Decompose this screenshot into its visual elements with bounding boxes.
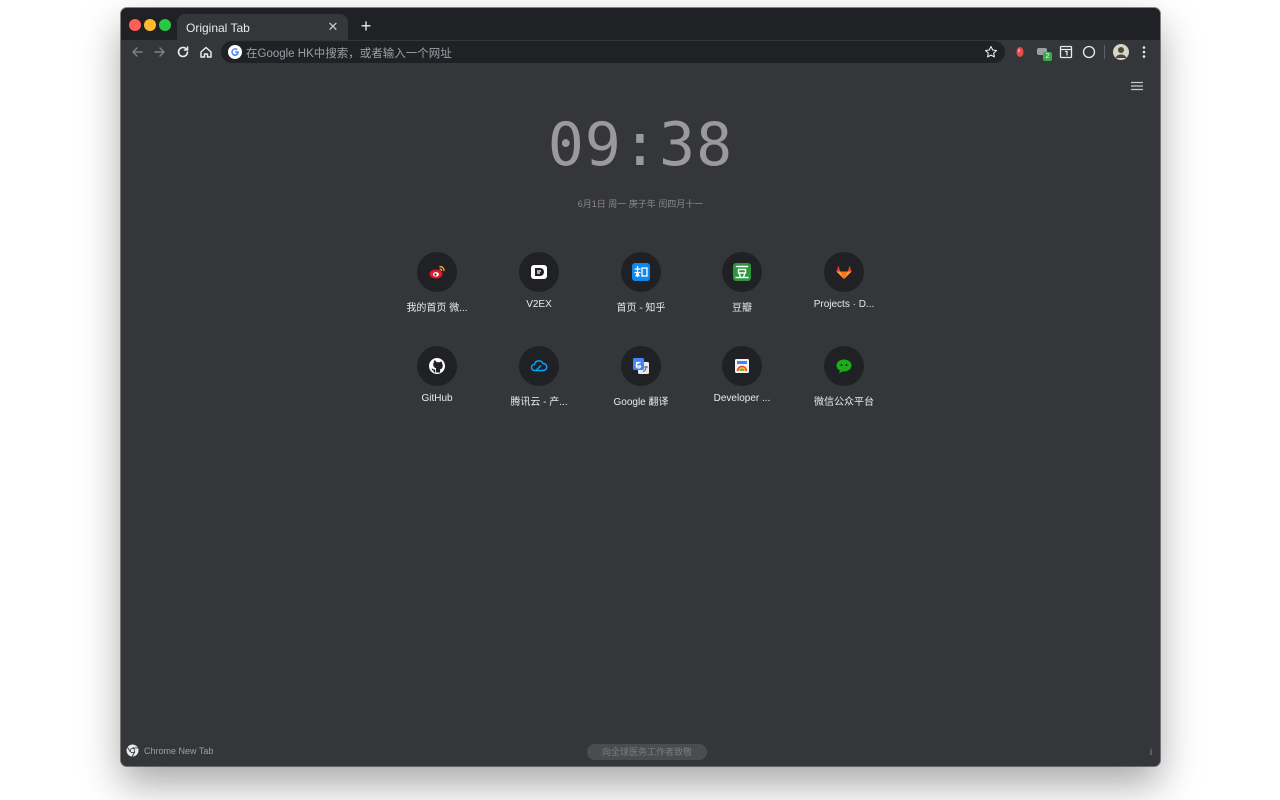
address-placeholder: 在Google HK中搜索，或者输入一个网址	[246, 48, 452, 60]
douban-icon	[722, 252, 762, 292]
shortcut-tencent-cloud[interactable]: 腾讯云 - 产...	[494, 346, 584, 416]
toolbar-divider	[1104, 45, 1105, 59]
reload-icon[interactable]	[174, 43, 192, 61]
shortcut-zhihu[interactable]: 首页 - 知乎	[596, 252, 686, 322]
clock: 09:38	[547, 110, 734, 180]
red-extension-icon[interactable]	[1011, 43, 1029, 61]
shortcut-gitlab[interactable]: Projects · D...	[799, 252, 889, 322]
google-icon	[228, 45, 242, 59]
bookmark-star-icon[interactable]	[983, 44, 999, 60]
extension-count-badge: 2	[1043, 52, 1052, 61]
shortcut-label: GitHub	[421, 393, 453, 404]
tab-close-icon[interactable]: ✕	[324, 18, 342, 36]
tab-manager-icon[interactable]	[1057, 43, 1075, 61]
date-line: 6月1日 周一 庚子年 闰四月十一	[577, 199, 704, 209]
back-icon[interactable]	[128, 43, 146, 61]
shortcut-github[interactable]: GitHub	[392, 346, 482, 416]
close-window-button[interactable]	[129, 19, 141, 31]
avatar[interactable]	[1112, 43, 1130, 61]
circle-extension-icon[interactable]	[1080, 43, 1098, 61]
shortcut-label: Google 翻译	[613, 397, 669, 408]
hamburger-menu-icon[interactable]	[1130, 80, 1144, 92]
new-tab-button[interactable]: +	[356, 16, 376, 36]
shortcut-v2ex[interactable]: V2EX	[494, 252, 584, 322]
shortcut-label: 微信公众平台	[814, 397, 874, 408]
shortcut-google-translate[interactable]: Google 翻译	[596, 346, 686, 416]
tab-original[interactable]: Original Tab ✕	[177, 14, 348, 42]
developer-icon	[722, 346, 762, 386]
shortcut-wechat[interactable]: 微信公众平台	[799, 346, 889, 416]
gitlab-icon	[824, 252, 864, 292]
github-icon	[417, 346, 457, 386]
new-tab-page: 09:38 6月1日 周一 庚子年 闰四月十一 我的首页 微... V2EX 首…	[121, 64, 1160, 766]
title-bar: Original Tab ✕ +	[121, 8, 1160, 42]
address-bar[interactable]: 在Google HK中搜索，或者输入一个网址	[221, 41, 1005, 63]
shortcut-developer[interactable]: Developer ...	[697, 346, 787, 416]
zhihu-icon	[621, 252, 661, 292]
shortcut-label: V2EX	[526, 299, 552, 310]
shortcut-weibo[interactable]: 我的首页 微...	[392, 252, 482, 322]
tab-title: Original Tab	[186, 21, 250, 35]
google-translate-icon	[621, 346, 661, 386]
shortcut-label: 我的首页 微...	[406, 303, 468, 314]
shortcut-label: Projects · D...	[813, 299, 875, 310]
minimize-window-button[interactable]	[144, 19, 156, 31]
info-icon[interactable]: i	[1150, 747, 1152, 757]
home-icon[interactable]	[197, 43, 215, 61]
shortcut-label: 腾讯云 - 产...	[510, 397, 568, 408]
weibo-icon	[417, 252, 457, 292]
more-menu-icon[interactable]	[1135, 43, 1153, 61]
tencent-cloud-icon	[519, 346, 559, 386]
shortcut-label: 豆瓣	[732, 303, 752, 314]
forward-icon[interactable]	[151, 43, 169, 61]
chrome-icon	[126, 744, 139, 757]
shortcut-label: 首页 - 知乎	[616, 303, 666, 314]
wechat-icon	[824, 346, 864, 386]
shortcut-label: Developer ...	[713, 393, 771, 404]
shortcut-douban[interactable]: 豆瓣	[697, 252, 787, 322]
message-pill[interactable]: 向全球医务工作者致敬	[587, 744, 707, 760]
v2ex-icon	[519, 252, 559, 292]
footer-brand-text: Chrome New Tab	[144, 746, 214, 756]
zoom-window-button[interactable]	[159, 19, 171, 31]
extension-badge-icon[interactable]: 2	[1034, 43, 1052, 61]
toolbar: 在Google HK中搜索，或者输入一个网址 2	[121, 40, 1160, 64]
browser-window: Original Tab ✕ + 在Google HK中搜索，或者输入一个网址	[121, 8, 1160, 766]
